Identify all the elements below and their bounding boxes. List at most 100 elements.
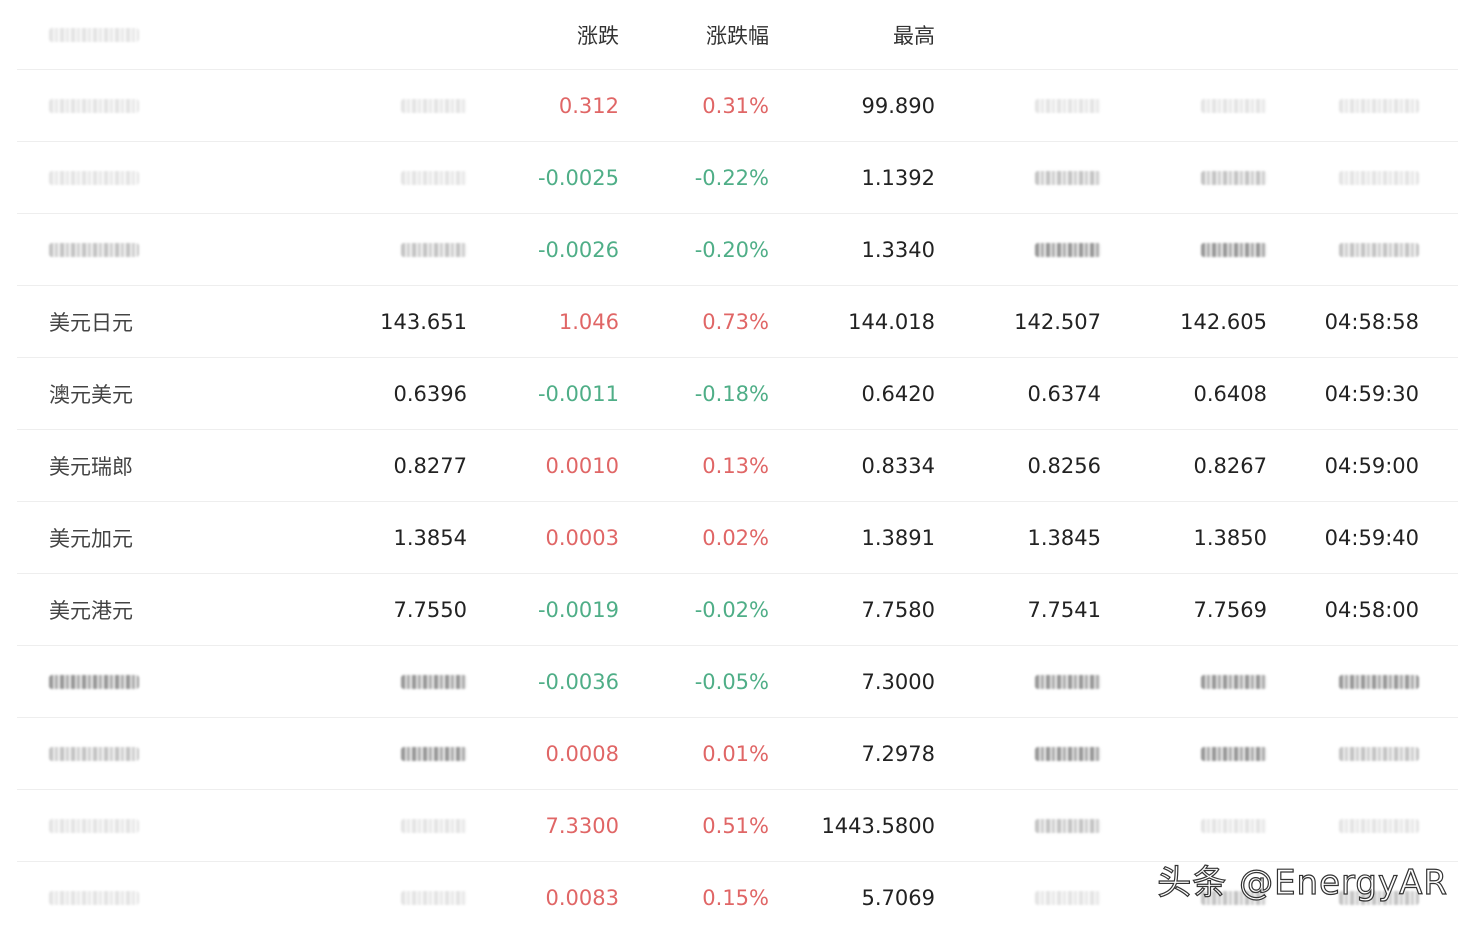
row-change: -0.0026 xyxy=(537,237,619,262)
row-change: -0.0011 xyxy=(537,381,619,406)
table-row[interactable]: 美元港元 7.7550 -0.0019 -0.02% 7.7580 7.7541… xyxy=(17,574,1458,646)
row-time-blurred xyxy=(1269,646,1419,717)
table-row[interactable]: -0.0025 -0.22% 1.1392 xyxy=(17,142,1458,214)
row-change-pct: 0.15% xyxy=(702,886,769,910)
table-row[interactable]: 7.3300 0.51% 1443.5800 xyxy=(17,790,1458,862)
row-name: 美元加元 xyxy=(49,526,133,551)
row-last-blurred xyxy=(317,70,467,141)
row-change-pct: 0.13% xyxy=(702,453,769,478)
row-open: 7.7569 xyxy=(1193,597,1267,622)
table-row[interactable]: 美元加元 1.3854 0.0003 0.02% 1.3891 1.3845 1… xyxy=(17,502,1458,574)
row-open: 0.8267 xyxy=(1193,453,1267,478)
row-time: 04:58:00 xyxy=(1324,597,1419,622)
table-row[interactable]: 美元日元 143.651 1.046 0.73% 144.018 142.507… xyxy=(17,286,1458,358)
row-high: 1443.5800 xyxy=(821,813,935,838)
row-low: 1.3845 xyxy=(1027,525,1101,550)
table-header: 涨跌 涨跌幅 最高 xyxy=(17,0,1458,70)
row-last-blurred xyxy=(317,862,467,934)
row-change: 0.0010 xyxy=(545,453,619,478)
row-low-blurred xyxy=(951,70,1101,141)
table-row[interactable]: 0.0008 0.01% 7.2978 xyxy=(17,718,1458,790)
row-name-blurred xyxy=(49,70,249,141)
row-open: 1.3850 xyxy=(1193,525,1267,550)
row-change: 0.0083 xyxy=(545,886,619,910)
row-change-pct: 0.51% xyxy=(702,813,769,838)
table-row[interactable]: 0.312 0.31% 99.890 xyxy=(17,70,1458,142)
row-change: 0.0003 xyxy=(545,525,619,550)
row-open-blurred xyxy=(1117,790,1267,861)
row-last: 7.7550 xyxy=(393,597,467,622)
row-time: 04:59:00 xyxy=(1324,453,1419,478)
row-name-blurred xyxy=(49,862,249,934)
watermark: 头条 @EnergyAR xyxy=(1157,862,1448,903)
row-time-blurred xyxy=(1269,70,1419,141)
row-open-blurred xyxy=(1117,718,1267,789)
row-change-pct: -0.05% xyxy=(694,669,769,694)
row-low-blurred xyxy=(951,790,1101,861)
row-change-pct: -0.02% xyxy=(694,597,769,622)
row-name: 澳元美元 xyxy=(49,382,133,407)
header-change-pct[interactable]: 涨跌幅 xyxy=(619,0,769,69)
row-open-blurred xyxy=(1117,214,1267,285)
header-high[interactable]: 最高 xyxy=(785,0,935,69)
row-last: 1.3854 xyxy=(393,525,467,550)
row-time-blurred xyxy=(1269,214,1419,285)
row-high: 99.890 xyxy=(861,93,935,118)
row-open: 0.6408 xyxy=(1193,381,1267,406)
row-last: 0.6396 xyxy=(393,381,467,406)
row-change: 0.0008 xyxy=(545,741,619,766)
row-open-blurred xyxy=(1117,646,1267,717)
row-high: 7.3000 xyxy=(861,669,935,694)
row-change: -0.0036 xyxy=(537,669,619,694)
row-change: 7.3300 xyxy=(545,813,619,838)
row-high: 1.3340 xyxy=(861,237,935,262)
table-row[interactable]: 美元瑞郎 0.8277 0.0010 0.13% 0.8334 0.8256 0… xyxy=(17,430,1458,502)
row-last-blurred xyxy=(317,142,467,213)
table-row[interactable]: -0.0026 -0.20% 1.3340 xyxy=(17,214,1458,286)
row-low: 0.6374 xyxy=(1027,381,1101,406)
row-time-blurred xyxy=(1269,142,1419,213)
row-time: 04:58:58 xyxy=(1324,309,1419,334)
row-low: 0.8256 xyxy=(1027,453,1101,478)
header-name-blurred xyxy=(49,0,249,69)
row-low-blurred xyxy=(951,646,1101,717)
row-time: 04:59:30 xyxy=(1324,381,1419,406)
row-low-blurred xyxy=(951,214,1101,285)
row-high: 7.7580 xyxy=(861,597,935,622)
row-change-pct: -0.18% xyxy=(694,381,769,406)
row-time-blurred xyxy=(1269,718,1419,789)
row-time: 04:59:40 xyxy=(1324,525,1419,550)
row-low-blurred xyxy=(951,718,1101,789)
row-last: 0.8277 xyxy=(393,453,467,478)
row-last-blurred xyxy=(317,646,467,717)
table-row[interactable]: 澳元美元 0.6396 -0.0011 -0.18% 0.6420 0.6374… xyxy=(17,358,1458,430)
row-name-blurred xyxy=(49,646,249,717)
row-change: -0.0025 xyxy=(537,165,619,190)
header-change[interactable]: 涨跌 xyxy=(469,0,619,69)
row-last-blurred xyxy=(317,790,467,861)
row-last-blurred xyxy=(317,718,467,789)
row-name-blurred xyxy=(49,718,249,789)
row-high: 144.018 xyxy=(848,309,935,334)
row-name: 美元瑞郎 xyxy=(49,454,133,479)
row-high: 7.2978 xyxy=(861,741,935,766)
table-row[interactable]: -0.0036 -0.05% 7.3000 xyxy=(17,646,1458,718)
row-open: 142.605 xyxy=(1180,309,1267,334)
row-last-blurred xyxy=(317,214,467,285)
quote-table: 涨跌 涨跌幅 最高 0.312 0.31% 99.890 -0.0025 -0.… xyxy=(17,0,1458,934)
row-change-pct: 0.02% xyxy=(702,525,769,550)
row-change-pct: 0.73% xyxy=(702,309,769,334)
row-high: 0.6420 xyxy=(861,381,935,406)
row-name: 美元港元 xyxy=(49,598,133,623)
row-change-pct: -0.20% xyxy=(694,237,769,262)
row-low: 142.507 xyxy=(1014,309,1101,334)
row-name-blurred xyxy=(49,214,249,285)
row-name-blurred xyxy=(49,142,249,213)
row-low: 7.7541 xyxy=(1027,597,1101,622)
row-open-blurred xyxy=(1117,70,1267,141)
row-high: 1.1392 xyxy=(861,165,935,190)
row-open-blurred xyxy=(1117,142,1267,213)
row-high: 0.8334 xyxy=(861,453,935,478)
row-time-blurred xyxy=(1269,790,1419,861)
row-low-blurred xyxy=(951,142,1101,213)
